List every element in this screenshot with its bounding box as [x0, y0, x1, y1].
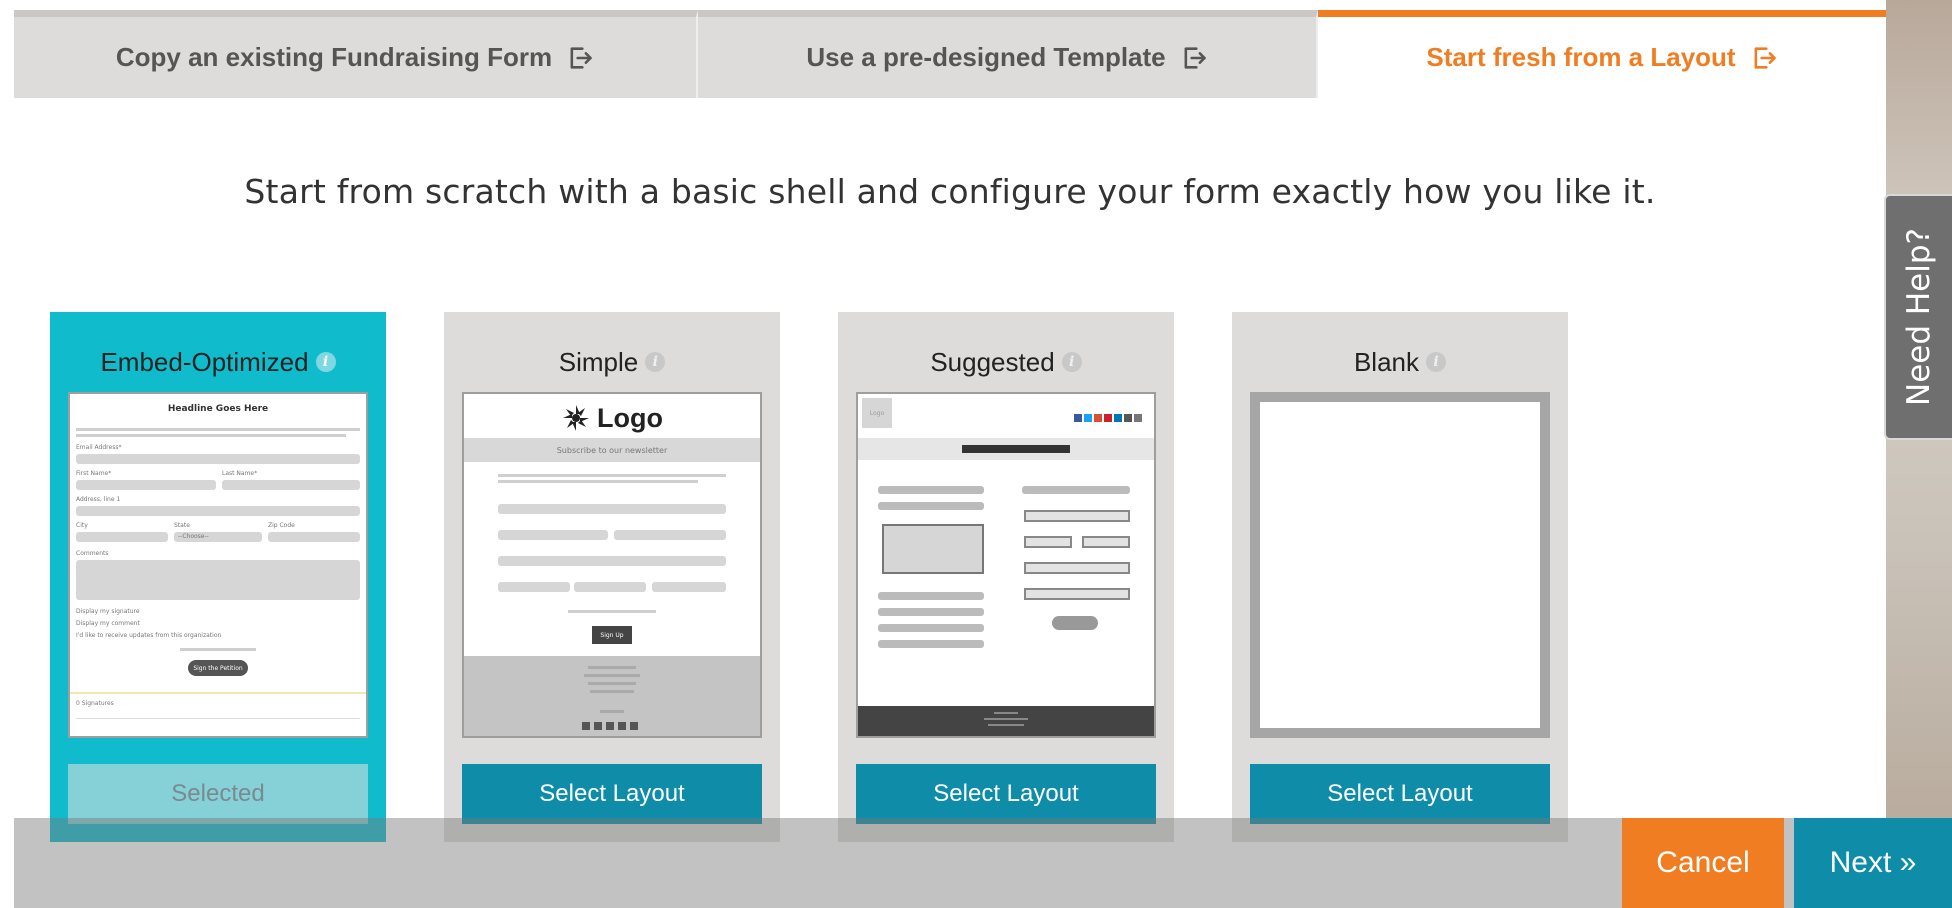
footer-bar — [14, 818, 1886, 908]
need-help-tab[interactable]: Need Help? — [1884, 194, 1952, 440]
info-icon[interactable]: i — [645, 352, 666, 372]
preview-label: State — [174, 522, 190, 529]
preview-label: Address, line 1 — [76, 496, 121, 503]
logo-icon — [561, 403, 591, 433]
tab-copy-existing-form[interactable]: Copy an existing Fundraising Form — [14, 10, 698, 98]
external-link-icon — [1750, 44, 1778, 72]
card-title: Simple i — [444, 334, 780, 390]
card-title-text: Suggested — [930, 346, 1055, 377]
preview-checkbox: Display my comment — [76, 620, 140, 627]
info-icon[interactable]: i — [1061, 352, 1082, 372]
preview-select-value: --Choose-- — [178, 533, 209, 540]
select-layout-button[interactable]: Select Layout — [462, 764, 762, 824]
layout-preview-blank — [1250, 392, 1550, 738]
external-link-icon — [566, 44, 594, 72]
preview-label: Comments — [76, 550, 109, 557]
select-layout-button[interactable]: Select Layout — [856, 764, 1156, 824]
preview-logo: Logo — [464, 400, 760, 436]
tab-use-template[interactable]: Use a pre-designed Template — [698, 10, 1318, 98]
cancel-button[interactable]: Cancel — [1622, 818, 1784, 908]
info-icon[interactable]: i — [1426, 352, 1447, 372]
preview-footer — [464, 656, 760, 736]
tab-bar: Copy an existing Fundraising Form Use a … — [14, 10, 1886, 98]
preview-label: Last Name* — [222, 470, 258, 477]
card-title: Suggested i — [838, 334, 1174, 390]
tab-start-from-layout[interactable]: Start fresh from a Layout — [1318, 10, 1886, 98]
preview-label: First Name* — [76, 470, 112, 477]
preview-label: City — [76, 522, 88, 529]
layout-preview-suggested: Logo — [856, 392, 1156, 738]
preview-subtitle-bar: Subscribe to our newsletter — [464, 438, 760, 462]
preview-submit-button: Sign Up — [592, 626, 632, 644]
layout-preview-simple: Logo Subscribe to our newsletter Sign Up — [462, 392, 762, 738]
preview-headline: Headline Goes Here — [167, 404, 269, 414]
layout-card-suggested[interactable]: Suggested i Logo Select Layout — [838, 312, 1174, 842]
need-help-label: Need Help? — [1901, 228, 1937, 406]
layout-card-embed-optimized[interactable]: Embed-Optimized i Headline Goes Here Ema… — [50, 312, 386, 842]
select-layout-button[interactable]: Select Layout — [1250, 764, 1550, 824]
preview-logo-text: Logo — [597, 402, 663, 433]
card-title-text: Blank — [1353, 346, 1420, 377]
layout-preview-embed-optimized: Headline Goes Here Email Address* First … — [68, 392, 368, 738]
preview-checkbox: I'd like to receive updates from this or… — [76, 632, 222, 639]
preview-submit-button: Sign the Petition — [188, 660, 248, 676]
card-title-text: Embed-Optimized — [100, 346, 309, 377]
intro-text: Start from scratch with a basic shell an… — [244, 172, 1656, 211]
next-button[interactable]: Next » — [1794, 818, 1952, 908]
preview-label: Email Address* — [76, 444, 122, 451]
preview-footer — [858, 706, 1154, 736]
tab-label: Start fresh from a Layout — [1426, 42, 1736, 72]
preview-label: Zip Code — [268, 522, 295, 529]
tab-label: Copy an existing Fundraising Form — [115, 42, 553, 72]
card-title: Blank i — [1232, 334, 1568, 390]
layout-card-simple[interactable]: Simple i Logo Subscribe to our newslette… — [444, 312, 780, 842]
background-strip — [1886, 0, 1952, 908]
layout-card-blank[interactable]: Blank i Select Layout — [1232, 312, 1568, 842]
card-title: Embed-Optimized i — [50, 334, 386, 390]
preview-checkbox: Display my signature — [76, 608, 140, 615]
selected-button[interactable]: Selected — [68, 764, 368, 824]
info-icon[interactable]: i — [315, 352, 336, 372]
card-title-text: Simple — [558, 346, 639, 377]
tab-label: Use a pre-designed Template — [806, 42, 1166, 72]
preview-social-icons — [1074, 414, 1154, 422]
preview-signatures: 0 Signatures — [76, 700, 114, 707]
preview-logo: Logo — [862, 398, 892, 428]
external-link-icon — [1180, 44, 1208, 72]
